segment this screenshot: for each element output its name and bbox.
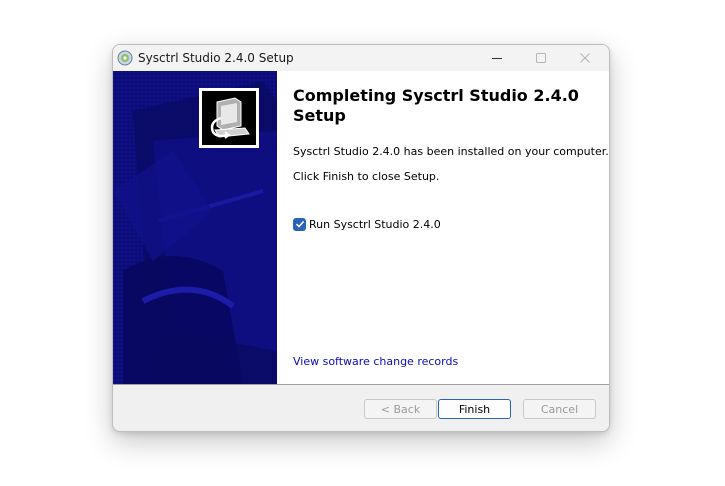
maximize-icon	[536, 53, 546, 63]
maximize-button[interactable]	[519, 45, 563, 71]
setup-logo	[199, 88, 259, 148]
checkmark-icon	[295, 220, 304, 228]
wizard-content: Completing Sysctrl Studio 2.4.0 Setup Sy…	[277, 71, 609, 384]
close-instruction: Click Finish to close Setup.	[293, 170, 440, 183]
installed-message: Sysctrl Studio 2.4.0 has been installed …	[293, 145, 609, 158]
minimize-icon	[492, 58, 502, 59]
run-app-label[interactable]: Run Sysctrl Studio 2.4.0	[309, 218, 441, 231]
finish-button[interactable]: Finish	[438, 399, 511, 419]
cancel-button[interactable]: Cancel	[523, 399, 596, 419]
back-button[interactable]: < Back	[364, 399, 437, 419]
title-bar[interactable]: Sysctrl Studio 2.4.0 Setup	[113, 45, 609, 71]
change-records-link[interactable]: View software change records	[293, 355, 458, 368]
minimize-button[interactable]	[475, 45, 519, 71]
wizard-side-banner	[113, 71, 277, 384]
page-title: Completing Sysctrl Studio 2.4.0 Setup	[293, 86, 579, 125]
installer-disc-icon	[117, 50, 133, 66]
close-icon	[580, 53, 590, 63]
computer-install-icon	[202, 91, 256, 145]
setup-window: Sysctrl Studio 2.4.0 Setup Completing Sy…	[112, 44, 610, 432]
button-bar: < Back Finish Cancel	[113, 385, 609, 431]
run-app-checkbox[interactable]	[293, 217, 306, 231]
run-app-checkbox-row[interactable]: Run Sysctrl Studio 2.4.0	[293, 216, 441, 232]
close-button[interactable]	[563, 45, 607, 71]
window-title: Sysctrl Studio 2.4.0 Setup	[138, 51, 294, 65]
